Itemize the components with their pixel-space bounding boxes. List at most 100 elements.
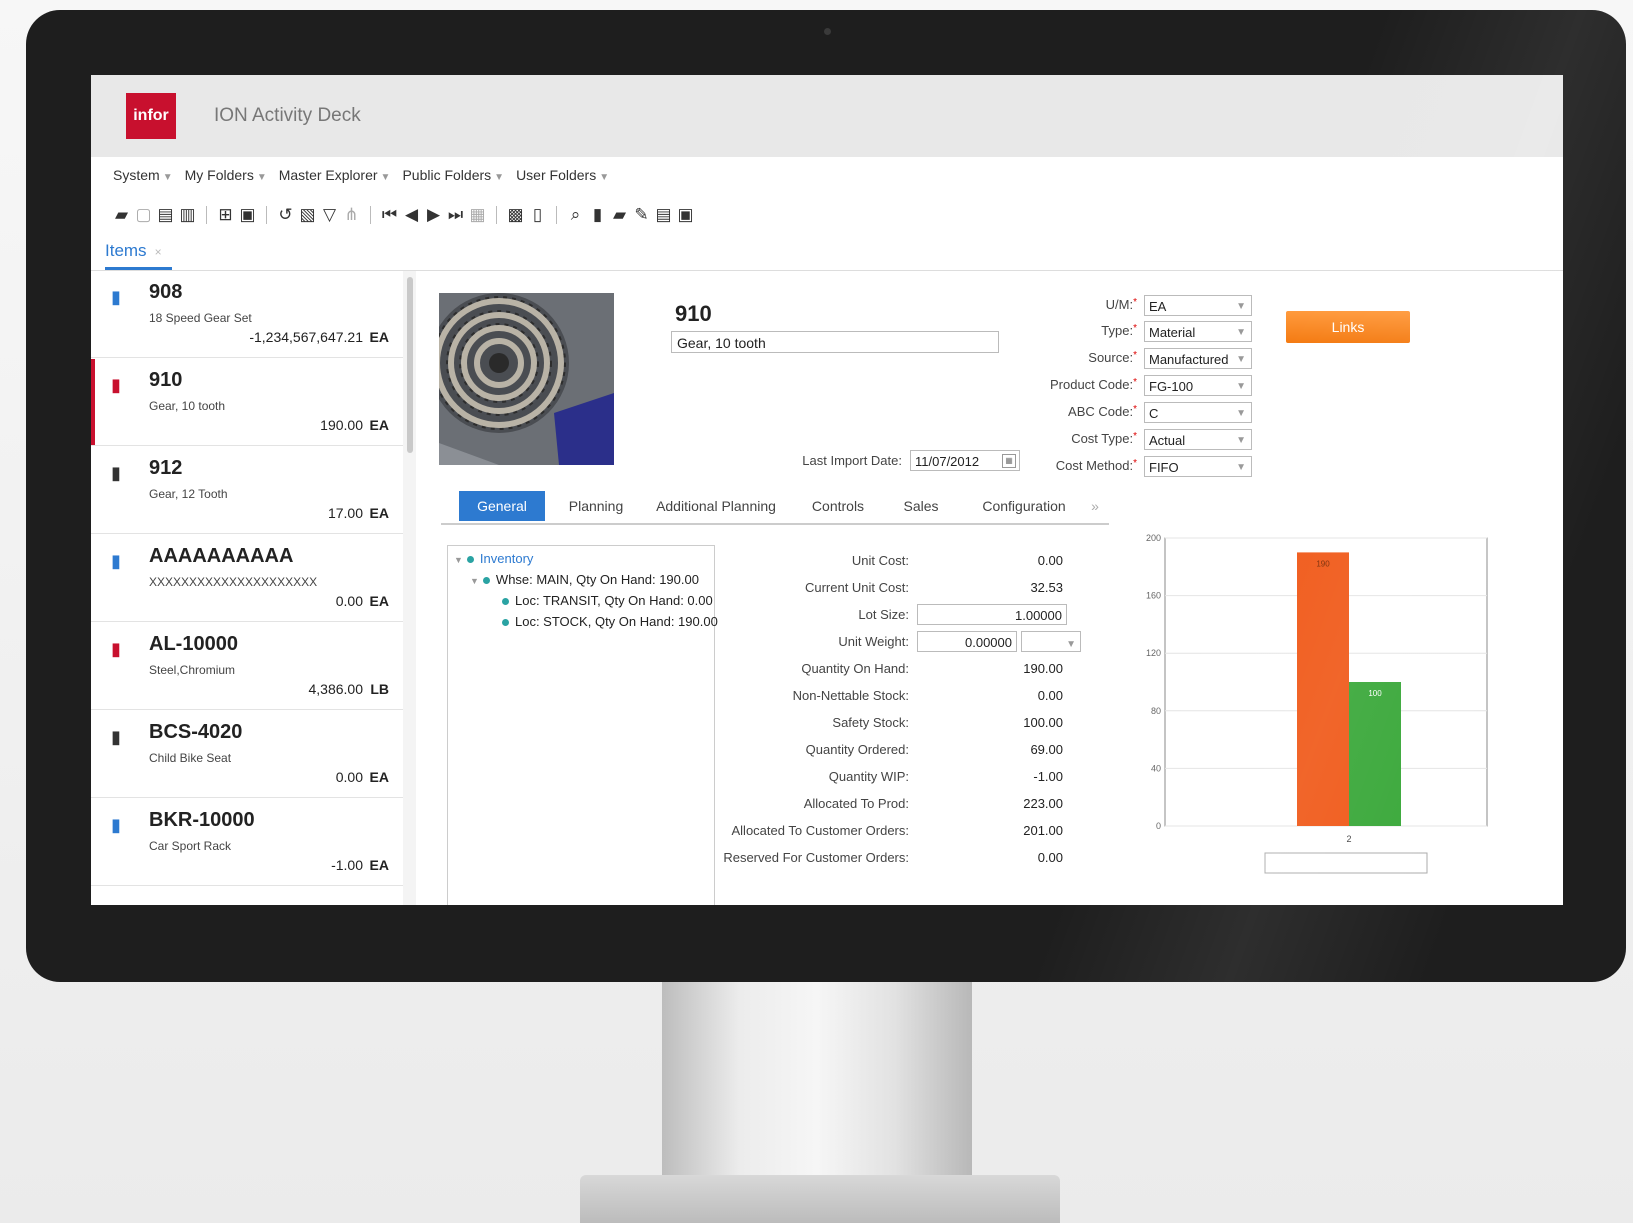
unit-weight-field[interactable]: 0.00000 — [917, 631, 1017, 652]
wrench-icon[interactable]: ✎ — [633, 205, 650, 225]
toolbar: ▰ ▢ ▤ ▥ ⊞ ▣ ↺ ▧ ▽ ⋔ ⏮ ◀ ▶ ⏭ ▦ ▩ ▯ ⌕ ▮ ▰ … — [113, 200, 694, 230]
plot-area — [1164, 537, 1488, 827]
last-import-date-field[interactable]: 11/07/2012 ▦ — [910, 450, 1020, 471]
refresh-icon[interactable]: ▧ — [299, 205, 316, 225]
tree-node-inventory[interactable]: ▼ Inventory — [454, 551, 533, 566]
close-icon[interactable]: × — [155, 245, 162, 259]
y-tick-label: 80 — [1151, 706, 1161, 716]
field-select[interactable]: EA ▼ — [1144, 295, 1252, 316]
lock-icon[interactable]: ▰ — [611, 205, 628, 225]
field-label: Cost Method:* — [1055, 458, 1137, 473]
sort-icon[interactable]: ⋔ — [343, 205, 360, 225]
expand-icon[interactable]: ▼ — [454, 555, 463, 565]
property-value: 0.00 — [1037, 553, 1063, 568]
list-item[interactable]: ▮ BCS-4020 Child Bike Seat 0.00 EA — [91, 711, 403, 798]
list-item[interactable]: ▮ BKR-10000 Car Sport Rack -1.00 EA — [91, 799, 403, 886]
tab-planning[interactable]: Planning — [561, 491, 631, 521]
y-tick-label: 0 — [1156, 821, 1161, 831]
new-record-icon[interactable]: ⊞ — [217, 205, 234, 225]
list-item[interactable]: ▮ AAAAAAAAAA XXXXXXXXXXXXXXXXXXXXX 0.00 EA — [91, 535, 403, 622]
item-code: AAAAAAAAAA — [149, 545, 294, 567]
property-value: 0.00 — [1037, 688, 1063, 703]
property-label: Unit Cost: — [851, 553, 909, 568]
expand-icon[interactable]: ▼ — [470, 576, 479, 586]
field-label: Type:* — [1101, 323, 1137, 338]
y-tick-label: 160 — [1146, 591, 1161, 601]
copy-icon[interactable]: ▥ — [179, 205, 196, 225]
tab-additional-planning[interactable]: Additional Planning — [651, 491, 781, 521]
first-record-icon[interactable]: ⏮ — [381, 205, 398, 225]
document-icon[interactable]: ▯ — [529, 205, 546, 225]
print-icon[interactable]: ▩ — [507, 205, 524, 225]
links-button[interactable]: Links — [1286, 311, 1410, 343]
toolbar-separator — [206, 206, 207, 224]
chevron-down-icon[interactable]: ▼ — [1236, 457, 1246, 478]
menu-my-folders[interactable]: My Folders ▼ — [185, 167, 267, 191]
item-uom: EA — [369, 505, 389, 521]
node-icon — [482, 577, 490, 585]
items-list: ▮ 908 18 Speed Gear Set -1,234,567,647.21 EA… — [91, 271, 416, 905]
more-tabs-icon[interactable]: » — [1085, 491, 1105, 521]
clipboard-icon[interactable]: ▮ — [589, 205, 606, 225]
save-as-icon[interactable]: ▤ — [157, 205, 174, 225]
field-select[interactable]: Actual ▼ — [1144, 429, 1252, 450]
bar — [1349, 682, 1401, 826]
list-item[interactable]: ▮ 908 18 Speed Gear Set -1,234,567,647.21 EA — [91, 271, 403, 358]
infor-logo[interactable]: infor — [126, 93, 176, 139]
menu-system[interactable]: System ▼ — [113, 167, 173, 191]
property-label: Non-Nettable Stock: — [792, 688, 909, 703]
tab-items[interactable]: Items × — [105, 237, 172, 270]
item-description: 18 Speed Gear Set — [149, 311, 252, 325]
tab-sales[interactable]: Sales — [891, 491, 951, 521]
open-folder-icon[interactable]: ▰ — [113, 205, 130, 225]
clipboard-icon: ▮ — [111, 463, 121, 483]
item-quantity: -1.00 — [331, 857, 363, 873]
previous-record-icon[interactable]: ◀ — [403, 205, 420, 225]
field-select[interactable]: Manufactured ▼ — [1144, 348, 1252, 369]
menu-master-explorer[interactable]: Master Explorer ▼ — [279, 167, 391, 191]
field-label: U/M:* — [1105, 297, 1137, 312]
list-icon[interactable]: ▤ — [655, 205, 672, 225]
field-select[interactable]: Material ▼ — [1144, 321, 1252, 342]
chevron-down-icon[interactable]: ▼ — [1236, 430, 1246, 451]
property-label: Allocated To Customer Orders: — [731, 823, 910, 838]
chevron-down-icon[interactable]: ▼ — [1066, 639, 1076, 650]
undo-icon[interactable]: ↺ — [277, 205, 294, 225]
weight-unit-select[interactable]: ▼ — [1021, 631, 1081, 652]
camera-icon — [824, 28, 831, 35]
tab-label: Items — [105, 241, 147, 260]
chevron-down-icon[interactable]: ▼ — [1236, 349, 1246, 370]
monitor-stand — [662, 975, 972, 1180]
grid-icon[interactable]: ▦ — [469, 205, 486, 225]
property-label: Quantity Ordered: — [805, 742, 909, 757]
calendar-icon[interactable]: ▦ — [1002, 454, 1016, 468]
field-select[interactable]: FG-100 ▼ — [1144, 375, 1252, 396]
chevron-down-icon[interactable]: ▼ — [1236, 296, 1246, 317]
clipboard-icon: ▮ — [111, 727, 121, 747]
tree-node-location[interactable]: Loc: TRANSIT, Qty On Hand: 0.00 — [502, 593, 713, 608]
lot-size-field[interactable]: 1.00000 — [917, 604, 1067, 625]
list-item[interactable]: ▮ AL-10000 Steel,Chromium 4,386.00 LB — [91, 623, 403, 710]
filter-icon[interactable]: ▽ — [321, 205, 338, 225]
chevron-down-icon[interactable]: ▼ — [1236, 322, 1246, 343]
chevron-down-icon[interactable]: ▼ — [1236, 403, 1246, 424]
tab-general[interactable]: General — [459, 491, 545, 521]
menu-public-folders[interactable]: Public Folders ▼ — [402, 167, 504, 191]
save-icon[interactable]: ▢ — [135, 205, 152, 225]
delete-icon[interactable]: ▣ — [239, 205, 256, 225]
description-field[interactable]: Gear, 10 tooth — [671, 331, 999, 353]
notes-icon[interactable]: ▣ — [677, 205, 694, 225]
chevron-down-icon[interactable]: ▼ — [1236, 376, 1246, 397]
scrollbar-thumb[interactable] — [407, 277, 413, 453]
field-select[interactable]: C ▼ — [1144, 402, 1252, 423]
tab-controls[interactable]: Controls — [803, 491, 873, 521]
list-item[interactable]: ▮ 912 Gear, 12 Tooth 17.00 EA — [91, 447, 403, 534]
list-item[interactable]: ▮ 910 Gear, 10 tooth 190.00 EA — [91, 359, 403, 446]
menu-user-folders[interactable]: User Folders ▼ — [516, 167, 609, 191]
tab-configuration[interactable]: Configuration — [969, 491, 1079, 521]
last-record-icon[interactable]: ⏭ — [447, 205, 464, 225]
property-value: 223.00 — [1023, 796, 1063, 811]
field-select[interactable]: FIFO ▼ — [1144, 456, 1252, 477]
next-record-icon[interactable]: ▶ — [425, 205, 442, 225]
find-icon[interactable]: ⌕ — [567, 205, 584, 225]
